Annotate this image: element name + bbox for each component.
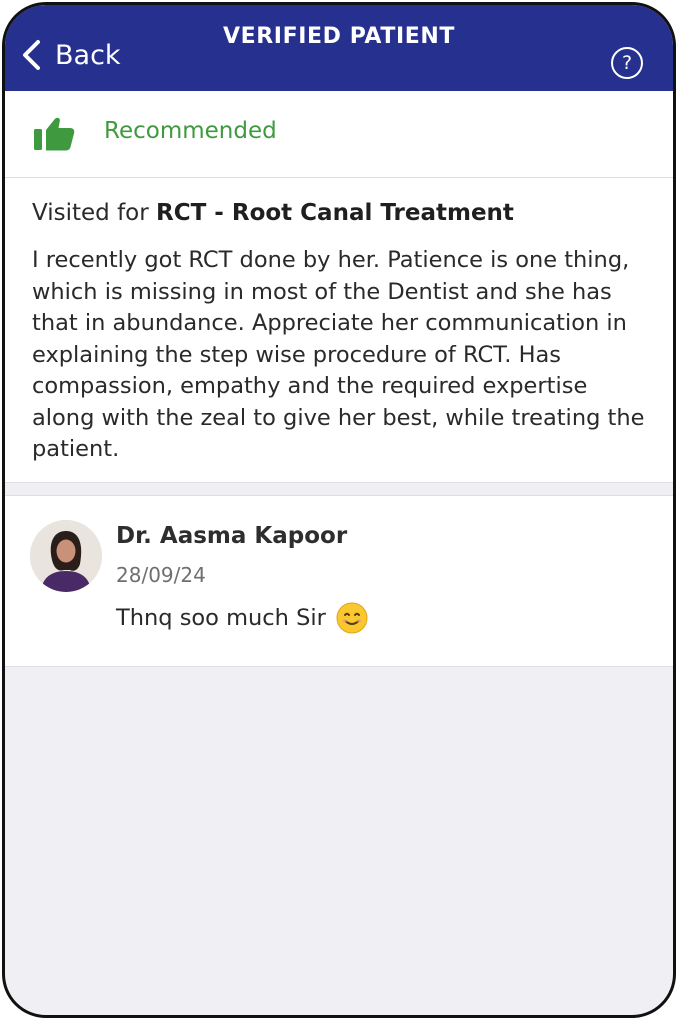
review-card: Visited for RCT - Root Canal Treatment I…	[5, 178, 673, 483]
reply-text: Thnq soo much Sir	[116, 605, 326, 631]
doctor-photo-icon	[30, 520, 102, 592]
reply-date: 28/09/24	[116, 563, 206, 587]
doctor-reply-card: Dr. Aasma Kapoor 28/09/24 Thnq soo much …	[5, 495, 673, 667]
visited-prefix: Visited for	[32, 200, 149, 226]
visited-for-line: Visited for RCT - Root Canal Treatment	[32, 200, 514, 226]
reply-message: Thnq soo much Sir	[116, 602, 368, 634]
recommendation-row: Recommended	[5, 91, 673, 178]
doctor-name: Dr. Aasma Kapoor	[116, 523, 348, 549]
phone-frame: Back VERIFIED PATIENT ? Recommended Visi…	[2, 2, 676, 1018]
header-bar: Back VERIFIED PATIENT ?	[5, 5, 673, 91]
avatar	[30, 520, 102, 592]
help-button[interactable]: ?	[611, 47, 643, 79]
question-mark-icon: ?	[621, 52, 633, 74]
page-title: VERIFIED PATIENT	[222, 24, 455, 49]
treatment-name: RCT - Root Canal Treatment	[156, 200, 514, 226]
thumbs-up-icon	[34, 117, 75, 151]
smiling-face-icon	[336, 602, 368, 634]
review-text: I recently got RCT done by her. Patience…	[32, 247, 645, 462]
recommendation-label: Recommended	[104, 118, 277, 144]
